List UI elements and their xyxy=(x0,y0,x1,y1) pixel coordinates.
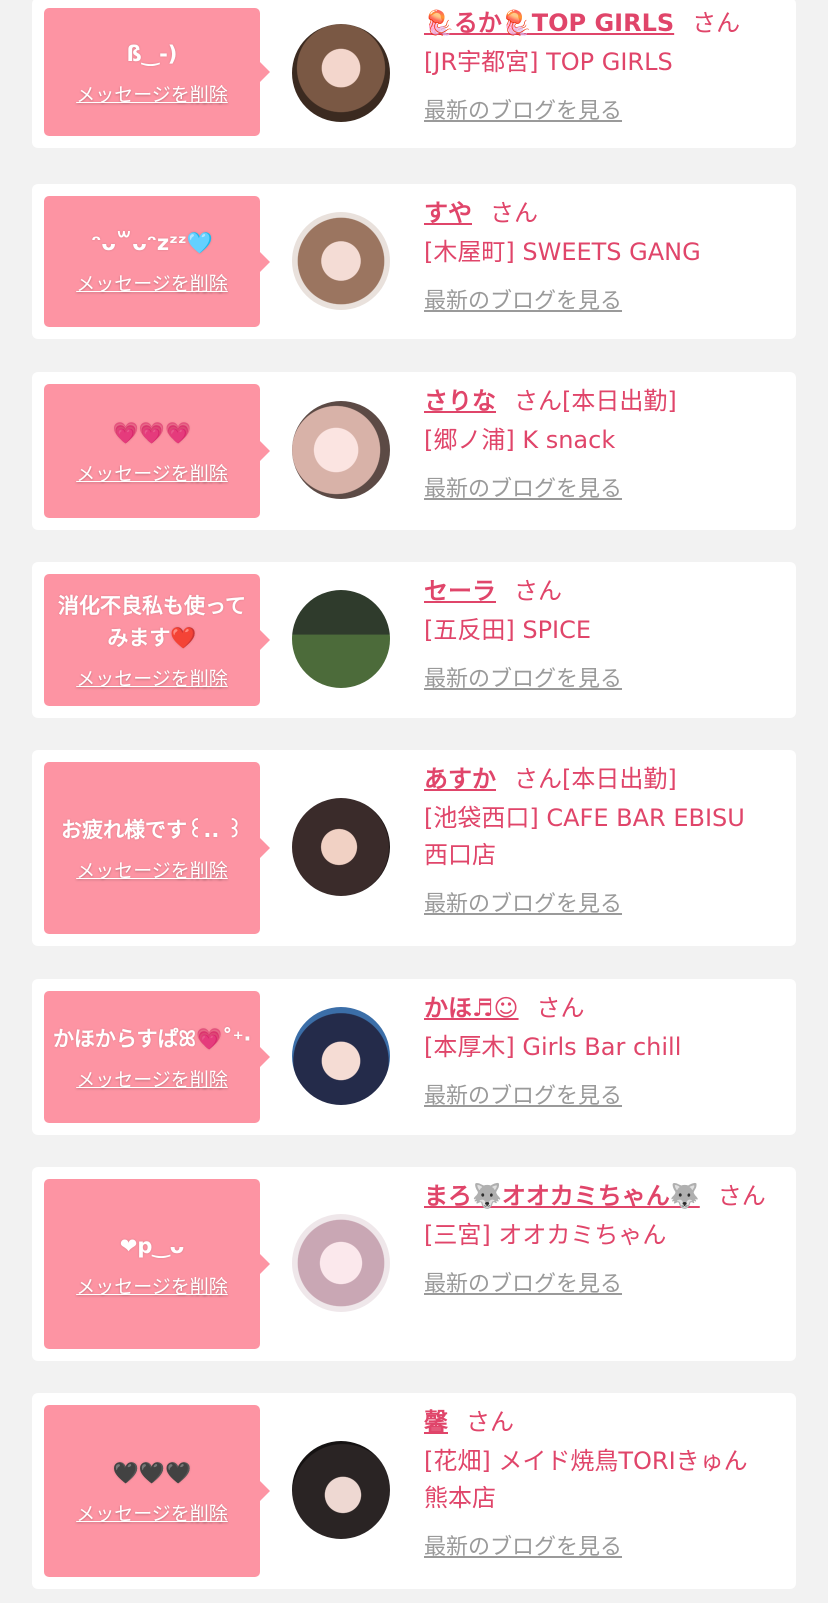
profile-info: 🪼るか🪼TOP GIRLS さん [JR宇都宮] TOP GIRLS 最新のブログ… xyxy=(424,6,776,125)
profile-info: まろ🐺オオカミちゃん🐺 さん [三宮] オオカミちゃん 最新のブログを見る xyxy=(424,1179,776,1298)
message-card: かほからすぱꕤ💗˚⁺‧ メッセージを削除 かほ♬☺︎ さん [本厚木] Girls… xyxy=(32,979,796,1135)
profile-info: すや さん [木屋町] SWEETS GANG 最新のブログを見る xyxy=(424,196,776,315)
shop-label: [花畑] メイド焼鳥TORIきゅん 熊本店 xyxy=(424,1447,748,1512)
attendance-badge: [本日出勤] xyxy=(562,765,677,793)
honorific: さん xyxy=(717,1182,766,1210)
profile-name-link[interactable]: あすか xyxy=(424,765,496,793)
profile-name-link[interactable]: まろ🐺オオカミちゃん🐺 xyxy=(424,1182,700,1210)
avatar[interactable] xyxy=(292,1007,390,1105)
honorific: さん xyxy=(536,994,585,1022)
honorific: さん xyxy=(692,9,741,37)
avatar[interactable] xyxy=(292,1441,390,1539)
latest-blog-link[interactable]: 最新のブログを見る xyxy=(424,886,622,918)
delete-message-link[interactable]: メッセージを削除 xyxy=(76,269,228,296)
profile-info: あすか さん[本日出勤] [池袋西口] CAFE BAR EBISU 西口店 最新… xyxy=(424,762,776,918)
latest-blog-link[interactable]: 最新のブログを見る xyxy=(424,93,622,125)
latest-blog-link[interactable]: 最新のブログを見る xyxy=(424,1266,622,1298)
message-card: ß‿-) メッセージを削除 🪼るか🪼TOP GIRLS さん [JR宇都宮] TO… xyxy=(32,0,796,148)
delete-message-link[interactable]: メッセージを削除 xyxy=(76,1499,228,1526)
message-text: 消化不良私も使ってみます❤️ xyxy=(58,593,246,650)
shop-label: [五反田] SPICE xyxy=(424,616,592,644)
message-bubble: お疲れ様です꒰.. ꒱ メッセージを削除 xyxy=(44,762,270,934)
profile-info: セーラ さん [五反田] SPICE 最新のブログを見る xyxy=(424,574,776,693)
shop-label: [三宮] オオカミちゃん xyxy=(424,1221,667,1249)
latest-blog-link[interactable]: 最新のブログを見る xyxy=(424,471,622,503)
shop-label: [郷ノ浦] K snack xyxy=(424,426,616,454)
latest-blog-link[interactable]: 最新のブログを見る xyxy=(424,661,622,693)
delete-message-link[interactable]: メッセージを削除 xyxy=(76,1065,228,1092)
avatar[interactable] xyxy=(292,1214,390,1312)
message-bubble: ❤︎p‿ᴗ メッセージを削除 xyxy=(44,1179,270,1349)
message-text: 🖤🖤🖤 xyxy=(112,1460,192,1485)
message-bubble: 消化不良私も使ってみます❤️ メッセージを削除 xyxy=(44,574,270,706)
message-card: お疲れ様です꒰.. ꒱ メッセージを削除 あすか さん[本日出勤] [池袋西口] … xyxy=(32,750,796,946)
message-bubble: ß‿-) メッセージを削除 xyxy=(44,8,270,136)
message-bubble: 💗💗💗 メッセージを削除 xyxy=(44,384,270,518)
delete-message-link[interactable]: メッセージを削除 xyxy=(76,664,228,691)
message-text: かほからすぱꕤ💗˚⁺‧ xyxy=(52,1026,252,1051)
honorific: さん xyxy=(514,577,562,605)
latest-blog-link[interactable]: 最新のブログを見る xyxy=(424,1529,622,1561)
delete-message-link[interactable]: メッセージを削除 xyxy=(76,1272,228,1299)
delete-message-link[interactable]: メッセージを削除 xyxy=(76,459,228,486)
delete-message-link[interactable]: メッセージを削除 xyxy=(76,80,228,107)
message-bubble: 🖤🖤🖤 メッセージを削除 xyxy=(44,1405,270,1577)
message-card: ❤︎p‿ᴗ メッセージを削除 まろ🐺オオカミちゃん🐺 さん [三宮] オオカミちゃ… xyxy=(32,1167,796,1361)
profile-name-link[interactable]: さりな xyxy=(424,387,496,415)
avatar[interactable] xyxy=(292,798,390,896)
shop-label: [JR宇都宮] TOP GIRLS xyxy=(424,48,673,76)
message-text: 💗💗💗 xyxy=(112,420,192,445)
profile-name-link[interactable]: すや xyxy=(424,199,472,227)
avatar[interactable] xyxy=(292,24,390,122)
message-bubble: かほからすぱꕤ💗˚⁺‧ メッセージを削除 xyxy=(44,991,270,1123)
shop-label: [本厚木] Girls Bar chill xyxy=(424,1033,682,1061)
latest-blog-link[interactable]: 最新のブログを見る xyxy=(424,1078,622,1110)
message-bubble: ᵔᴗ꒳ᴗᵔzᶻᶻ🩵 メッセージを削除 xyxy=(44,196,270,327)
message-text: ❤︎p‿ᴗ xyxy=(119,1233,185,1258)
avatar[interactable] xyxy=(292,212,390,310)
attendance-badge: [本日出勤] xyxy=(562,387,677,415)
profile-info: かほ♬☺︎ さん [本厚木] Girls Bar chill 最新のブログを見る xyxy=(424,991,776,1110)
shop-label: [木屋町] SWEETS GANG xyxy=(424,238,701,266)
profile-name-link[interactable]: セーラ xyxy=(424,577,496,605)
message-card: 消化不良私も使ってみます❤️ メッセージを削除 セーラ さん [五反田] SPIC… xyxy=(32,562,796,718)
honorific: さん xyxy=(514,387,562,415)
profile-info: 馨さん [花畑] メイド焼鳥TORIきゅん 熊本店 最新のブログを見る xyxy=(424,1405,776,1561)
profile-name-link[interactable]: 馨 xyxy=(424,1408,448,1436)
honorific: さん xyxy=(490,199,538,227)
message-text: ß‿-) xyxy=(126,41,178,66)
latest-blog-link[interactable]: 最新のブログを見る xyxy=(424,283,622,315)
profile-name-link[interactable]: かほ♬☺︎ xyxy=(424,994,519,1022)
profile-info: さりな さん[本日出勤] [郷ノ浦] K snack 最新のブログを見る xyxy=(424,384,776,503)
delete-message-link[interactable]: メッセージを削除 xyxy=(76,856,228,883)
honorific: さん xyxy=(514,765,562,793)
message-card: 💗💗💗 メッセージを削除 さりな さん[本日出勤] [郷ノ浦] K snack 最… xyxy=(32,372,796,530)
avatar[interactable] xyxy=(292,401,390,499)
message-card: 🖤🖤🖤 メッセージを削除 馨さん [花畑] メイド焼鳥TORIきゅん 熊本店 最… xyxy=(32,1393,796,1589)
message-text: お疲れ様です꒰.. ꒱ xyxy=(60,817,244,842)
honorific: さん xyxy=(466,1408,514,1436)
profile-name-link[interactable]: 🪼るか🪼TOP GIRLS xyxy=(424,9,674,37)
shop-label: [池袋西口] CAFE BAR EBISU 西口店 xyxy=(424,804,745,869)
avatar[interactable] xyxy=(292,590,390,688)
message-card: ᵔᴗ꒳ᴗᵔzᶻᶻ🩵 メッセージを削除 すや さん [木屋町] SWEETS GAN… xyxy=(32,184,796,339)
message-text: ᵔᴗ꒳ᴗᵔzᶻᶻ🩵 xyxy=(91,231,213,255)
